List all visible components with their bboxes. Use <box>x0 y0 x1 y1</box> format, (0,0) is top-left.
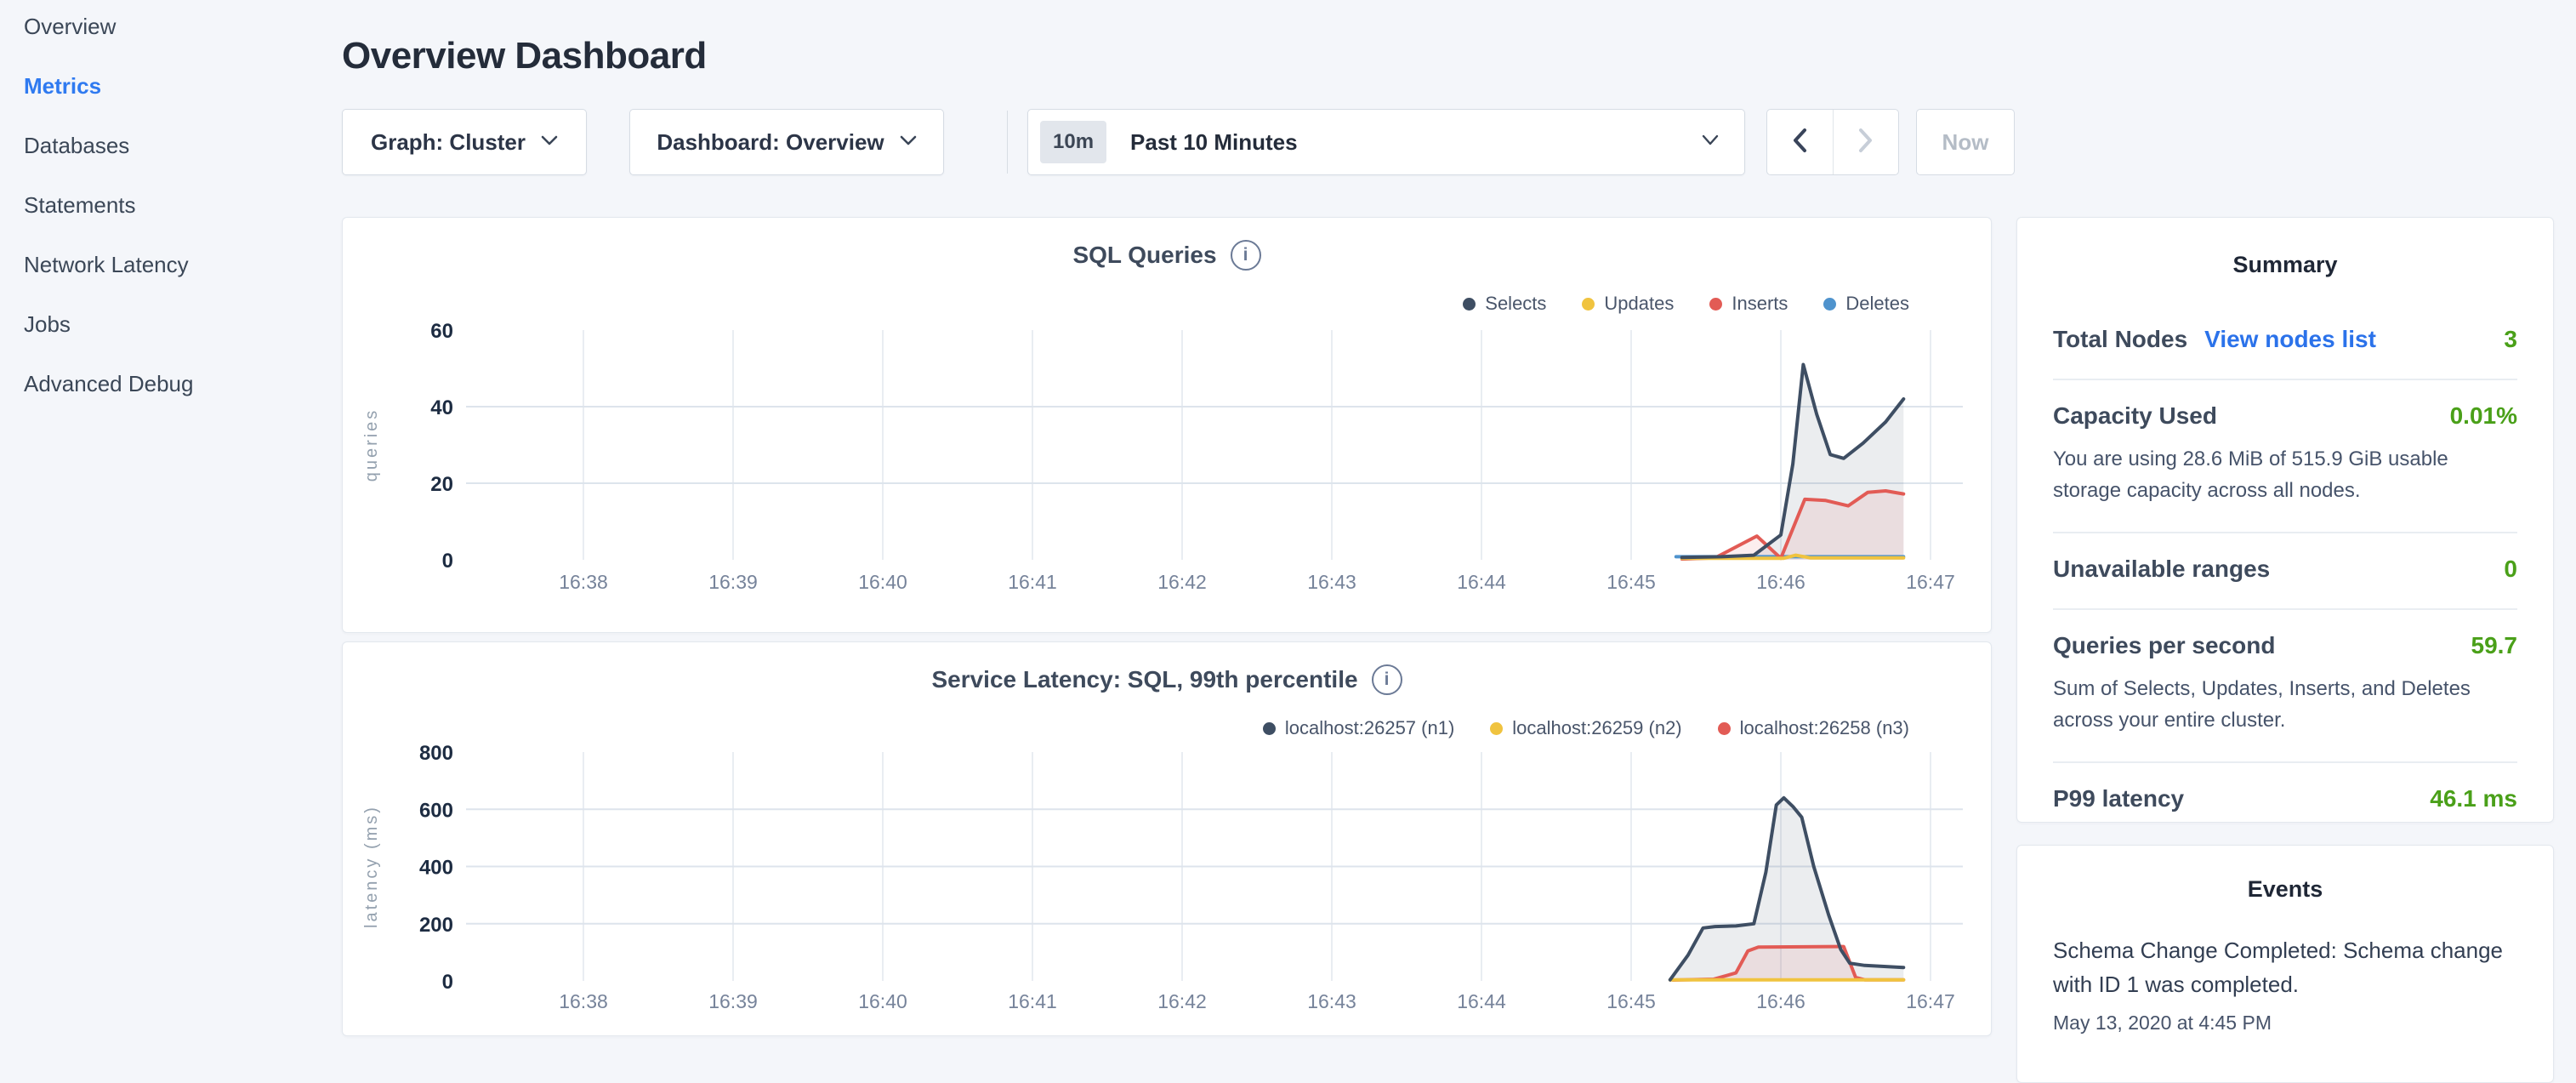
y-axis-tick-label: 20 <box>430 473 453 496</box>
y-axis-tick-label: 0 <box>442 550 453 573</box>
x-axis-tick-label: 16:38 <box>559 990 608 1012</box>
x-axis-tick-label: 16:41 <box>1008 990 1057 1012</box>
sidebar-item-advanced-debug[interactable]: Advanced Debug <box>24 373 337 395</box>
x-axis-tick-label: 16:45 <box>1606 990 1656 1012</box>
y-axis-tick-label: 40 <box>430 396 453 419</box>
x-axis-tick-label: 16:38 <box>559 571 608 593</box>
summary-row: Unavailable ranges 0 <box>2053 533 2517 610</box>
summary-row-value: 59.7 <box>2471 632 2518 659</box>
x-axis-tick-label: 16:39 <box>708 990 758 1012</box>
x-axis-tick-label: 16:46 <box>1756 571 1805 593</box>
x-axis-tick-label: 16:46 <box>1756 990 1805 1012</box>
summary-row-label: P99 latency <box>2053 785 2184 812</box>
y-axis-tick-label: 600 <box>419 799 453 822</box>
x-axis-tick-label: 16:43 <box>1307 990 1356 1012</box>
x-axis-tick-label: 16:40 <box>858 990 907 1012</box>
time-range-label: Past 10 Minutes <box>1130 129 1702 156</box>
time-step-forward-button[interactable] <box>1833 110 1899 174</box>
y-axis-tick-label: 400 <box>419 857 453 880</box>
x-axis-tick-label: 16:44 <box>1457 990 1506 1012</box>
dashboard-dropdown-label: Dashboard: Overview <box>657 129 884 156</box>
event-text: Schema Change Completed: Schema change w… <box>2053 933 2517 1001</box>
sidebar-item-statements[interactable]: Statements <box>24 194 337 216</box>
events-panel-title: Events <box>2053 876 2517 903</box>
now-button[interactable]: Now <box>1916 109 2015 175</box>
chevron-down-icon <box>541 134 558 150</box>
sidebar-item-overview[interactable]: Overview <box>24 15 337 37</box>
y-axis-tick-label: 800 <box>419 742 453 765</box>
summary-row-value: 0 <box>2504 556 2517 583</box>
x-axis-tick-label: 16:40 <box>858 571 907 593</box>
page-title: Overview Dashboard <box>342 35 707 77</box>
event-item[interactable]: Schema Change Completed: Schema change w… <box>2053 933 2517 1035</box>
summary-panel: Summary Total Nodes View nodes list 3 Capac… <box>2016 217 2554 823</box>
sql-queries-plot: 16:38 16:39 16:40 16:41 16:42 16:43 16:44 16:45… <box>343 218 1993 632</box>
y-axis-label: latency (ms) <box>362 805 381 928</box>
summary-row: P99 latency 46.1 ms <box>2053 763 2517 838</box>
sidebar-item-metrics[interactable]: Metrics <box>24 75 337 97</box>
time-step-back-button[interactable] <box>1767 110 1833 174</box>
y-axis-tick-label: 0 <box>442 971 453 994</box>
sidebar-item-jobs[interactable]: Jobs <box>24 313 337 335</box>
summary-row: Total Nodes View nodes list 3 <box>2053 304 2517 380</box>
x-axis-tick-label: 16:42 <box>1157 571 1207 593</box>
x-axis-tick-label: 16:47 <box>1906 990 1955 1012</box>
summary-row-value: 3 <box>2504 326 2517 353</box>
summary-panel-title: Summary <box>2053 252 2517 278</box>
x-axis-tick-label: 16:39 <box>708 571 758 593</box>
summary-row-description: Sum of Selects, Updates, Inserts, and De… <box>2053 673 2517 736</box>
x-axis-tick-label: 16:44 <box>1457 571 1506 593</box>
service-latency-plot: 16:38 16:39 16:40 16:41 16:42 16:43 16:44 16:45… <box>343 642 1993 1035</box>
chevron-left-icon <box>1792 128 1807 157</box>
view-nodes-list-link[interactable]: View nodes list <box>2204 326 2376 353</box>
summary-row: Queries per second 59.7 Sum of Selects, Up… <box>2053 610 2517 763</box>
x-axis-tick-label: 16:41 <box>1008 571 1057 593</box>
chevron-right-icon <box>1858 128 1874 157</box>
y-axis-tick-label: 60 <box>430 320 453 343</box>
x-axis-tick-label: 16:45 <box>1606 571 1656 593</box>
summary-row: Capacity Used 0.01% You are using 28.6 MiB… <box>2053 380 2517 533</box>
sidebar-item-network-latency[interactable]: Network Latency <box>24 254 337 276</box>
summary-row-label: Capacity Used <box>2053 402 2217 430</box>
chevron-down-icon <box>1702 134 1719 150</box>
chevron-down-icon <box>900 134 917 150</box>
dashboard-dropdown[interactable]: Dashboard: Overview <box>629 109 944 175</box>
x-axis-tick-label: 16:43 <box>1307 571 1356 593</box>
x-axis-tick-label: 16:47 <box>1906 571 1955 593</box>
summary-row-label: Unavailable ranges <box>2053 556 2270 583</box>
events-panel: Events Schema Change Completed: Schema c… <box>2016 845 2554 1083</box>
sidebar-item-databases[interactable]: Databases <box>24 134 337 157</box>
x-axis-tick-label: 16:42 <box>1157 990 1207 1012</box>
graph-dropdown-label: Graph: Cluster <box>371 129 526 156</box>
y-axis-label: queries <box>362 408 381 482</box>
summary-row-value: 46.1 ms <box>2430 785 2517 812</box>
time-range-badge: 10m <box>1040 121 1106 163</box>
summary-row-label: Queries per second <box>2053 632 2275 659</box>
sql-queries-chart-card: SQL Queries i SelectsUpdatesInsertsDelet… <box>342 217 1992 633</box>
graph-dropdown[interactable]: Graph: Cluster <box>342 109 587 175</box>
y-axis-tick-label: 200 <box>419 914 453 937</box>
summary-row-label: Total Nodes <box>2053 326 2187 353</box>
service-latency-chart-card: Service Latency: SQL, 99th percentile i … <box>342 641 1992 1036</box>
time-step-buttons <box>1766 109 1899 175</box>
time-range-selector[interactable]: 10m Past 10 Minutes <box>1027 109 1745 175</box>
sidebar: Overview Metrics Databases Statements Networ… <box>0 0 337 395</box>
controls-divider <box>1007 111 1008 174</box>
summary-row-value: 0.01% <box>2450 402 2517 430</box>
event-timestamp: May 13, 2020 at 4:45 PM <box>2053 1012 2517 1035</box>
summary-row-description: You are using 28.6 MiB of 515.9 GiB usab… <box>2053 443 2517 506</box>
